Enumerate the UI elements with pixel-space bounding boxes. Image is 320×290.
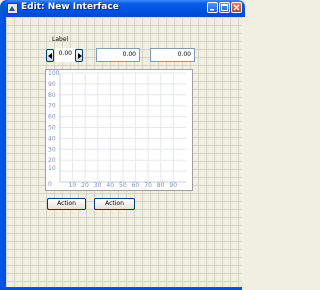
application-icon xyxy=(7,3,18,14)
arrow-right-icon xyxy=(78,53,82,59)
title-bar[interactable]: Edit: New Interface xyxy=(3,0,245,17)
y-tick-label: 90 xyxy=(48,81,56,88)
y-tick-label: 30 xyxy=(48,146,56,153)
y-tick-label: 40 xyxy=(48,135,56,142)
y-tick-label: 70 xyxy=(48,103,56,110)
action-button-1-label: Action xyxy=(57,200,76,207)
action-button-1[interactable]: Action xyxy=(47,198,86,210)
y-tick-label: 60 xyxy=(48,114,56,121)
minimize-icon xyxy=(210,9,214,11)
x-tick-label: 30 xyxy=(94,182,102,189)
x-tick-label: 90 xyxy=(169,182,177,189)
number-field-2-value: 0.00 xyxy=(177,51,191,58)
arrow-left-icon xyxy=(48,53,52,59)
spinner-value: 0.00 xyxy=(58,50,72,57)
chart-svg: 1009080706050403020100 10 20 30 40 50 60 70 80 90 xyxy=(48,70,186,189)
minimize-button[interactable] xyxy=(207,2,218,13)
spinner-value-field[interactable]: 0.00 xyxy=(55,48,75,62)
action-button-2-label: Action xyxy=(105,200,124,207)
y-tick-label: 80 xyxy=(48,92,56,99)
x-tick-label: 60 xyxy=(132,182,140,189)
y-tick-label: 10 xyxy=(48,165,56,172)
close-icon xyxy=(233,4,240,11)
window-client-area: Label 0.00 0.00 0.00 100 90 80 70 60 50 40 30 20… xyxy=(6,17,242,287)
y-tick-label: 50 xyxy=(48,125,56,132)
spinner-decrement-button[interactable] xyxy=(46,49,54,62)
action-button-2[interactable]: Action xyxy=(94,198,135,210)
chart-plot: 100 90 80 70 60 50 40 30 20 10 0 10 20 30 40 50 60 70 80 90 xyxy=(45,69,193,191)
maximize-icon xyxy=(221,4,228,11)
x-tick-label: 40 xyxy=(106,182,114,189)
window-title: Edit: New Interface xyxy=(21,2,119,12)
label-text: Label xyxy=(52,36,69,43)
x-tick-label: 50 xyxy=(119,182,127,189)
x-tick-label: 70 xyxy=(144,182,152,189)
number-field-1-value: 0.00 xyxy=(122,51,136,58)
x-tick-label: 10 xyxy=(69,182,77,189)
origin-tick-label: 0 xyxy=(48,181,52,188)
maximize-button[interactable] xyxy=(219,2,230,13)
x-tick-label: 80 xyxy=(157,182,165,189)
number-field-2[interactable]: 0.00 xyxy=(150,48,195,62)
x-tick-label: 20 xyxy=(81,182,89,189)
spinner-increment-button[interactable] xyxy=(75,49,83,62)
number-field-1[interactable]: 0.00 xyxy=(96,48,140,62)
app-window: Edit: New Interface Label 0.00 0.00 0.00… xyxy=(0,0,245,290)
y-tick-label: 20 xyxy=(48,157,56,164)
y-tick-label: 100 xyxy=(48,70,60,77)
close-button[interactable] xyxy=(231,2,242,13)
